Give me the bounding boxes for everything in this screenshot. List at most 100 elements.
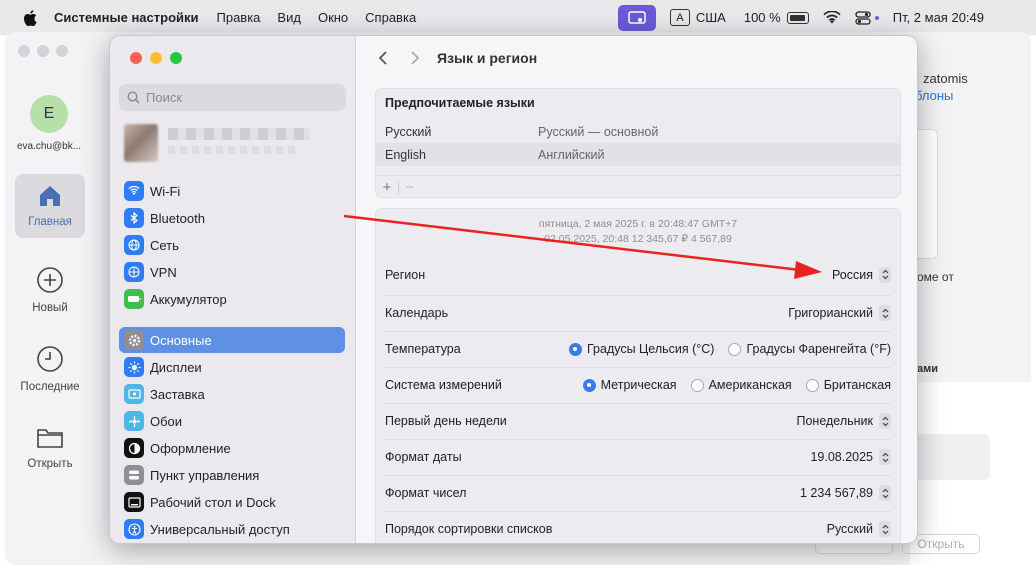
sort-order-row: Порядок сортировки списков Русский xyxy=(385,511,891,543)
appearance-icon xyxy=(124,438,144,458)
region-popup[interactable]: Россия xyxy=(832,266,891,283)
sidebar-item-label: Аккумулятор xyxy=(150,291,227,307)
input-source-label[interactable]: США xyxy=(696,10,726,25)
sort-order-popup[interactable]: Русский xyxy=(827,521,891,537)
first-day-row: Первый день недели Понедельник xyxy=(385,403,891,438)
sidebar-item-label: Универсальный доступ xyxy=(150,521,290,537)
control-center-icon xyxy=(124,465,144,485)
account-subtitle-redacted xyxy=(168,146,298,154)
chevron-updown-icon xyxy=(879,521,891,537)
chevron-updown-icon xyxy=(879,266,891,283)
menu-view[interactable]: Вид xyxy=(277,10,301,25)
date-format-value: 19.08.2025 xyxy=(810,450,873,464)
uk-radio[interactable]: Британская xyxy=(805,378,891,392)
sidebar-item[interactable]: Основные xyxy=(119,327,345,353)
number-format-popup[interactable]: 1 234 567,89 xyxy=(800,485,891,501)
region-settings-box: пятница, 2 мая 2025 г. в 20:48:47 GMT+7 … xyxy=(375,208,901,543)
battery-icon xyxy=(124,289,144,309)
background-title: zatomis xyxy=(923,71,968,86)
fahrenheit-radio[interactable]: Градусы Фаренгейта (°F) xyxy=(728,342,891,356)
language-row[interactable]: Русский Русский — основной xyxy=(376,120,900,143)
close-button[interactable] xyxy=(130,52,142,64)
minimize-button[interactable] xyxy=(150,52,162,64)
background-text: оме от xyxy=(917,270,954,284)
language-description: Русский — основной xyxy=(538,124,659,139)
number-format-row: Формат чисел 1 234 567,89 xyxy=(385,475,891,510)
language-row[interactable]: English Английский xyxy=(376,143,900,166)
first-day-value: Понедельник xyxy=(796,414,873,428)
sidebar-item[interactable]: Пункт управления xyxy=(119,462,345,488)
wifi-icon[interactable] xyxy=(823,10,841,25)
battery-icon[interactable] xyxy=(786,11,809,24)
temperature-row: Температура Градусы Цельсия (°C) Градусы… xyxy=(385,331,891,366)
celsius-radio[interactable]: Градусы Цельсия (°C) xyxy=(568,342,714,356)
sidebar-item-label: Сеть xyxy=(150,237,179,253)
background-link[interactable]: блоны xyxy=(915,88,953,103)
search-placeholder: Поиск xyxy=(146,90,183,105)
language-description: Английский xyxy=(538,147,605,162)
clock-icon xyxy=(36,345,64,376)
calendar-popup[interactable]: Григорианский xyxy=(788,305,891,321)
chevron-updown-icon xyxy=(879,305,891,321)
chevron-updown-icon xyxy=(879,413,891,429)
sidebar-item[interactable]: Сеть xyxy=(119,232,345,258)
back-icon[interactable] xyxy=(373,48,393,68)
menu-window[interactable]: Окно xyxy=(318,10,348,25)
clock[interactable]: Пт, 2 мая 20:49 xyxy=(893,10,984,25)
sidebar-item[interactable]: Универсальный доступ xyxy=(119,516,345,542)
sidebar-item-label: Bluetooth xyxy=(150,210,205,226)
avatar[interactable]: E xyxy=(30,95,68,133)
language-list-controls: + − xyxy=(376,175,900,197)
sidebar-item[interactable]: Аккумулятор xyxy=(119,286,345,312)
nav-new[interactable]: Новый xyxy=(15,266,85,314)
first-day-popup[interactable]: Понедельник xyxy=(796,413,891,429)
sidebar-item-label: VPN xyxy=(150,264,177,280)
sidebar-item[interactable]: Рабочий стол и Dock xyxy=(119,489,345,515)
vpn-icon xyxy=(124,262,144,282)
sidebar-item[interactable]: VPN xyxy=(119,259,345,285)
apple-account[interactable] xyxy=(124,124,324,162)
forward-icon[interactable] xyxy=(405,48,425,68)
calendar-value: Григорианский xyxy=(788,306,873,320)
accessibility-icon xyxy=(124,519,144,539)
sidebar-item[interactable]: Заставка xyxy=(119,381,345,407)
us-radio[interactable]: Американская xyxy=(690,378,792,392)
apple-menu-icon[interactable] xyxy=(20,8,40,28)
remove-language-button[interactable]: − xyxy=(399,179,421,196)
region-label: Регион xyxy=(385,267,426,282)
gear-icon xyxy=(124,330,144,350)
sort-order-label: Порядок сортировки списков xyxy=(385,522,553,536)
nav-recent[interactable]: Последние xyxy=(15,345,85,393)
nav-home-label: Главная xyxy=(28,216,72,228)
number-format-label: Формат чисел xyxy=(385,486,467,500)
sidebar-item[interactable]: Bluetooth xyxy=(119,205,345,231)
language-name: Русский xyxy=(385,124,432,139)
search-field[interactable]: Поиск xyxy=(119,84,346,111)
input-source-icon[interactable]: A xyxy=(669,9,690,26)
profile-picture xyxy=(124,124,158,162)
measurement-radio-group: Метрическая Американская Британская xyxy=(569,378,891,392)
metric-label: Метрическая xyxy=(600,378,677,392)
nav-home[interactable]: Главная xyxy=(15,174,85,238)
chevron-updown-icon xyxy=(879,485,891,501)
metric-radio[interactable]: Метрическая xyxy=(582,378,677,392)
sidebar-item[interactable]: Оформление xyxy=(119,435,345,461)
background-box xyxy=(910,434,990,480)
screen-share-icon[interactable] xyxy=(617,4,656,31)
menu-edit[interactable]: Правка xyxy=(217,10,261,25)
sidebar-item[interactable]: Wi-Fi xyxy=(119,178,345,204)
search-icon xyxy=(127,91,140,104)
add-language-button[interactable]: + xyxy=(376,179,398,196)
menu-help[interactable]: Справка xyxy=(365,10,416,25)
screensaver-icon xyxy=(124,384,144,404)
number-format-value: 1 234 567,89 xyxy=(800,486,873,500)
app-menu[interactable]: Системные настройки xyxy=(54,10,199,25)
sidebar-item[interactable]: Дисплеи xyxy=(119,354,345,380)
date-format-popup[interactable]: 19.08.2025 xyxy=(810,449,891,465)
nav-open[interactable]: Открыть xyxy=(15,426,85,470)
control-center-icon[interactable] xyxy=(855,10,879,25)
sidebar-item[interactable]: Обои xyxy=(119,408,345,434)
account-email: eva.chu@bk... xyxy=(17,141,82,152)
language-name: English xyxy=(385,147,426,162)
zoom-button[interactable] xyxy=(170,52,182,64)
